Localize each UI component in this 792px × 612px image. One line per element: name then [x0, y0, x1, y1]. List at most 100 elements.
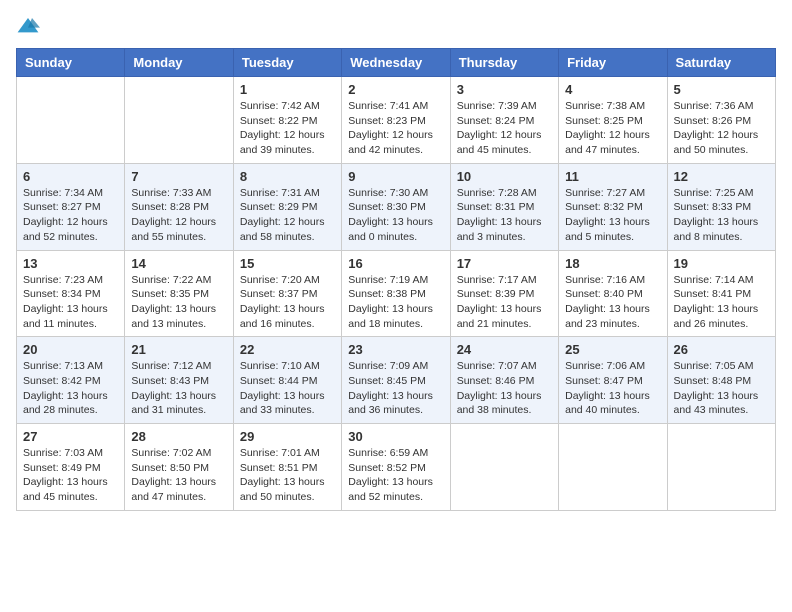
calendar-week-row: 27 Sunrise: 7:03 AMSunset: 8:49 PMDayligh… — [17, 424, 776, 511]
calendar-day-cell: 4Sunrise: 7:38 AMSunset: 8:25 PMDaylight… — [559, 77, 667, 164]
calendar-day-cell: 14 Sunrise: 7:22 AMSunset: 8:35 PMDayligh… — [125, 250, 233, 337]
day-info: Sunrise: 7:23 AMSunset: 8:34 PMDaylight:… — [23, 273, 118, 332]
day-number: 25 — [565, 342, 660, 357]
calendar-day-header: Friday — [559, 49, 667, 77]
calendar-day-cell: 22Sunrise: 7:10 AMSunset: 8:44 PMDayligh… — [233, 337, 341, 424]
day-number: 2 — [348, 82, 443, 97]
calendar-day-cell: 1 Sunrise: 7:42 AMSunset: 8:22 PMDaylight… — [233, 77, 341, 164]
day-info: Sunrise: 7:12 AMSunset: 8:43 PMDaylight:… — [131, 359, 226, 418]
calendar-day-cell: 5 Sunrise: 7:36 AMSunset: 8:26 PMDaylight… — [667, 77, 775, 164]
calendar-day-cell: 7 Sunrise: 7:33 AMSunset: 8:28 PMDaylight… — [125, 163, 233, 250]
calendar-day-cell — [17, 77, 125, 164]
day-info: Sunrise: 7:27 AMSunset: 8:32 PMDaylight:… — [565, 186, 660, 245]
calendar-table: SundayMondayTuesdayWednesdayThursdayFrid… — [16, 48, 776, 511]
day-number: 7 — [131, 169, 226, 184]
day-number: 1 — [240, 82, 335, 97]
calendar-day-cell — [559, 424, 667, 511]
day-info: Sunrise: 7:01 AMSunset: 8:51 PMDaylight:… — [240, 446, 335, 505]
calendar-day-cell: 18 Sunrise: 7:16 AMSunset: 8:40 PMDayligh… — [559, 250, 667, 337]
calendar-day-cell: 2 Sunrise: 7:41 AMSunset: 8:23 PMDaylight… — [342, 77, 450, 164]
day-info: Sunrise: 7:10 AMSunset: 8:44 PMDaylight:… — [240, 359, 335, 418]
day-number: 29 — [240, 429, 335, 444]
day-number: 19 — [674, 256, 769, 271]
calendar-day-header: Sunday — [17, 49, 125, 77]
day-number: 14 — [131, 256, 226, 271]
day-info: Sunrise: 7:38 AMSunset: 8:25 PMDaylight:… — [565, 99, 660, 158]
day-number: 11 — [565, 169, 660, 184]
day-info: Sunrise: 7:28 AMSunset: 8:31 PMDaylight:… — [457, 186, 552, 245]
day-info: Sunrise: 7:06 AMSunset: 8:47 PMDaylight:… — [565, 359, 660, 418]
day-info: Sunrise: 7:22 AMSunset: 8:35 PMDaylight:… — [131, 273, 226, 332]
day-number: 26 — [674, 342, 769, 357]
day-number: 9 — [348, 169, 443, 184]
calendar-week-row: 20 Sunrise: 7:13 AMSunset: 8:42 PMDayligh… — [17, 337, 776, 424]
day-info: Sunrise: 7:33 AMSunset: 8:28 PMDaylight:… — [131, 186, 226, 245]
day-number: 3 — [457, 82, 552, 97]
calendar-day-cell: 21 Sunrise: 7:12 AMSunset: 8:43 PMDayligh… — [125, 337, 233, 424]
calendar-day-cell: 27 Sunrise: 7:03 AMSunset: 8:49 PMDayligh… — [17, 424, 125, 511]
calendar-day-cell: 6 Sunrise: 7:34 AMSunset: 8:27 PMDaylight… — [17, 163, 125, 250]
day-number: 21 — [131, 342, 226, 357]
calendar-day-cell: 19 Sunrise: 7:14 AMSunset: 8:41 PMDayligh… — [667, 250, 775, 337]
calendar-week-row: 6 Sunrise: 7:34 AMSunset: 8:27 PMDaylight… — [17, 163, 776, 250]
day-info: Sunrise: 7:02 AMSunset: 8:50 PMDaylight:… — [131, 446, 226, 505]
calendar-day-header: Tuesday — [233, 49, 341, 77]
day-number: 16 — [348, 256, 443, 271]
calendar-day-cell: 30Sunrise: 6:59 AMSunset: 8:52 PMDayligh… — [342, 424, 450, 511]
calendar-day-cell: 28 Sunrise: 7:02 AMSunset: 8:50 PMDayligh… — [125, 424, 233, 511]
day-info: Sunrise: 7:16 AMSunset: 8:40 PMDaylight:… — [565, 273, 660, 332]
calendar-week-row: 1 Sunrise: 7:42 AMSunset: 8:22 PMDaylight… — [17, 77, 776, 164]
day-info: Sunrise: 7:13 AMSunset: 8:42 PMDaylight:… — [23, 359, 118, 418]
day-info: Sunrise: 7:19 AMSunset: 8:38 PMDaylight:… — [348, 273, 443, 332]
calendar-day-cell: 11 Sunrise: 7:27 AMSunset: 8:32 PMDayligh… — [559, 163, 667, 250]
day-info: Sunrise: 7:05 AMSunset: 8:48 PMDaylight:… — [674, 359, 769, 418]
day-info: Sunrise: 7:42 AMSunset: 8:22 PMDaylight:… — [240, 99, 335, 158]
calendar-day-cell: 3 Sunrise: 7:39 AMSunset: 8:24 PMDaylight… — [450, 77, 558, 164]
day-info: Sunrise: 7:31 AMSunset: 8:29 PMDaylight:… — [240, 186, 335, 245]
day-info: Sunrise: 7:14 AMSunset: 8:41 PMDaylight:… — [674, 273, 769, 332]
day-number: 30 — [348, 429, 443, 444]
calendar-day-cell — [450, 424, 558, 511]
calendar-day-cell: 17 Sunrise: 7:17 AMSunset: 8:39 PMDayligh… — [450, 250, 558, 337]
day-info: Sunrise: 7:17 AMSunset: 8:39 PMDaylight:… — [457, 273, 552, 332]
day-info: Sunrise: 7:09 AMSunset: 8:45 PMDaylight:… — [348, 359, 443, 418]
day-info: Sunrise: 7:34 AMSunset: 8:27 PMDaylight:… — [23, 186, 118, 245]
day-info: Sunrise: 7:25 AMSunset: 8:33 PMDaylight:… — [674, 186, 769, 245]
calendar-day-cell: 15 Sunrise: 7:20 AMSunset: 8:37 PMDayligh… — [233, 250, 341, 337]
day-number: 13 — [23, 256, 118, 271]
page-header — [16, 16, 776, 36]
calendar-day-cell — [667, 424, 775, 511]
calendar-week-row: 13 Sunrise: 7:23 AMSunset: 8:34 PMDayligh… — [17, 250, 776, 337]
day-info: Sunrise: 7:30 AMSunset: 8:30 PMDaylight:… — [348, 186, 443, 245]
logo — [16, 16, 44, 36]
day-number: 17 — [457, 256, 552, 271]
day-number: 28 — [131, 429, 226, 444]
day-info: Sunrise: 7:03 AMSunset: 8:49 PMDaylight:… — [23, 446, 118, 505]
day-number: 5 — [674, 82, 769, 97]
day-number: 24 — [457, 342, 552, 357]
day-number: 18 — [565, 256, 660, 271]
calendar-day-header: Thursday — [450, 49, 558, 77]
day-info: Sunrise: 7:20 AMSunset: 8:37 PMDaylight:… — [240, 273, 335, 332]
calendar-day-cell: 8 Sunrise: 7:31 AMSunset: 8:29 PMDaylight… — [233, 163, 341, 250]
calendar-header-row: SundayMondayTuesdayWednesdayThursdayFrid… — [17, 49, 776, 77]
day-info: Sunrise: 7:39 AMSunset: 8:24 PMDaylight:… — [457, 99, 552, 158]
calendar-day-cell: 24 Sunrise: 7:07 AMSunset: 8:46 PMDayligh… — [450, 337, 558, 424]
day-info: Sunrise: 7:36 AMSunset: 8:26 PMDaylight:… — [674, 99, 769, 158]
day-info: Sunrise: 7:07 AMSunset: 8:46 PMDaylight:… — [457, 359, 552, 418]
calendar-day-cell: 13 Sunrise: 7:23 AMSunset: 8:34 PMDayligh… — [17, 250, 125, 337]
day-number: 10 — [457, 169, 552, 184]
day-number: 6 — [23, 169, 118, 184]
calendar-day-cell: 16 Sunrise: 7:19 AMSunset: 8:38 PMDayligh… — [342, 250, 450, 337]
calendar-day-cell: 23Sunrise: 7:09 AMSunset: 8:45 PMDayligh… — [342, 337, 450, 424]
day-number: 12 — [674, 169, 769, 184]
day-number: 20 — [23, 342, 118, 357]
calendar-day-cell — [125, 77, 233, 164]
calendar-day-cell: 20 Sunrise: 7:13 AMSunset: 8:42 PMDayligh… — [17, 337, 125, 424]
day-number: 8 — [240, 169, 335, 184]
day-number: 27 — [23, 429, 118, 444]
calendar-day-cell: 9 Sunrise: 7:30 AMSunset: 8:30 PMDaylight… — [342, 163, 450, 250]
day-info: Sunrise: 7:41 AMSunset: 8:23 PMDaylight:… — [348, 99, 443, 158]
calendar-day-header: Wednesday — [342, 49, 450, 77]
day-number: 15 — [240, 256, 335, 271]
